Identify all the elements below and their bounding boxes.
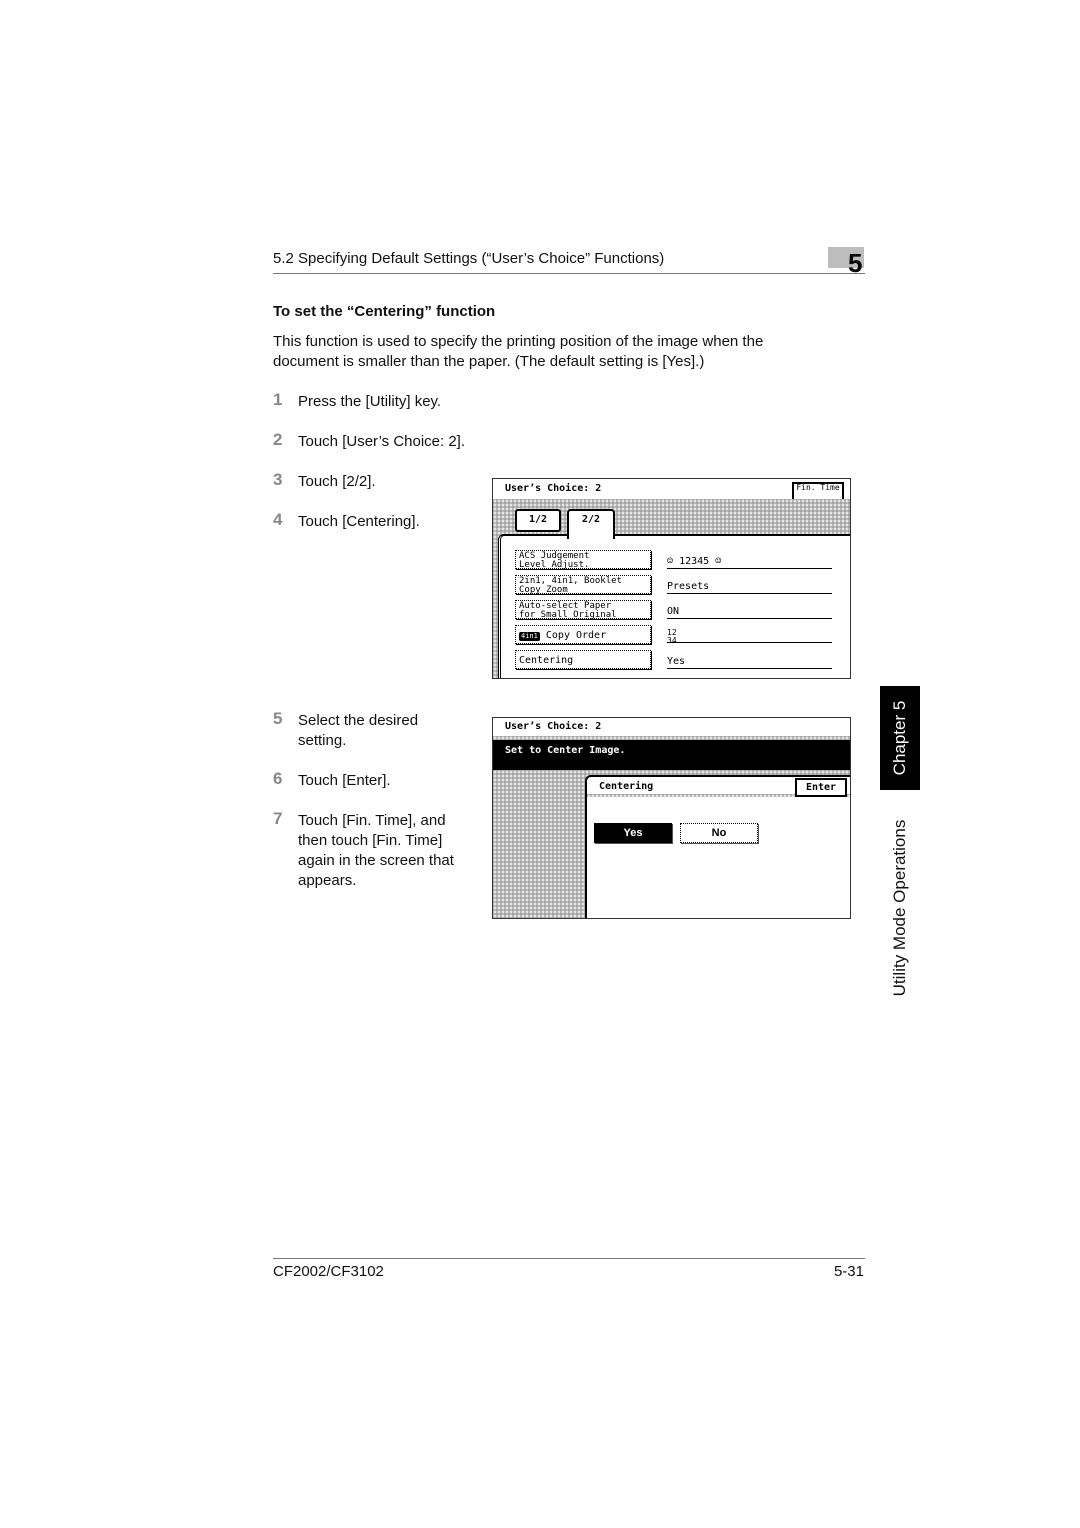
copy-zoom-value: Presets [667,577,832,594]
header-divider [273,273,865,274]
centering-panel: Centering Enter Yes No [585,775,850,918]
section-side-label: Utility Mode Operations [890,819,909,996]
step-text: Touch [User’s Choice: 2]. [298,433,466,450]
users-choice-screen-page2: User’s Choice: 2 Fin. Time 1/2 2/2 ACS J… [492,478,851,679]
screen-title: User’s Choice: 2 [505,483,602,494]
intro-paragraph: This function is used to specify the pri… [273,333,764,370]
step-number: 5 [273,709,283,728]
step-number: 1 [273,390,283,409]
order-bottom: 34 [667,636,677,645]
step-text: Touch [Enter]. [298,772,391,789]
acs-level-value: ☺ 12345 ☺ [667,552,832,569]
button-line-2: Level Adjust. [519,559,590,570]
face-icon-right: ☺ [715,556,722,567]
running-header-title: 5.2 Specifying Default Settings (“User’s… [273,250,665,267]
chapter-side-tab: Chapter 5 [880,686,920,790]
centering-value: Yes [667,652,832,669]
message-text: Set to Center Image. [505,745,626,756]
footer-page-number: 5-31 [833,1263,864,1280]
enter-button[interactable]: Enter [795,778,847,797]
step-number: 6 [273,769,283,788]
button-line-2: for Small Original [519,609,617,620]
face-icon-left: ☺ [667,556,674,567]
step-text: Select the desired setting. [298,712,419,749]
tab-page-1[interactable]: 1/2 [515,509,561,532]
message-bar: Set to Center Image. [493,740,850,770]
order-top: 12 [667,628,677,637]
button-line-2: Copy Zoom [519,584,568,595]
panel-title: Centering [599,781,654,792]
copy-order-value: 12 34 [667,627,832,645]
copy-zoom-button[interactable]: 2in1, 4in1, Booklet Copy Zoom [515,575,651,594]
auto-select-paper-button[interactable]: Auto-select Paper for Small Original [515,600,651,619]
screen-title: User’s Choice: 2 [505,721,602,732]
step-number: 7 [273,809,283,828]
button-label: Copy Order [545,630,607,641]
acs-judgement-button[interactable]: ACS Judgement Level Adjust. [515,550,651,569]
centering-button[interactable]: Centering [515,650,651,669]
no-option-button[interactable]: No [680,823,758,843]
4in1-icon: 4in1 [519,632,540,641]
step-text: Touch [Centering]. [298,513,420,530]
step-number: 2 [273,430,283,449]
auto-select-paper-value: ON [667,602,832,619]
step-number: 3 [273,470,283,489]
level-scale: 12345 [679,556,710,567]
chapter-number: 5 [848,248,863,278]
step-text: Press the [Utility] key. [298,393,442,410]
footer-model: CF2002/CF3102 [273,1263,384,1280]
step-text: Touch [Fin. Time], and then touch [Fin. … [298,812,454,889]
centering-setting-screen: User’s Choice: 2 Set to Center Image. Ce… [492,717,851,919]
yes-option-button[interactable]: Yes [594,823,672,843]
section-title: To set the “Centering” function [273,303,496,320]
footer-divider [273,1258,865,1259]
tab-page-2[interactable]: 2/2 [567,509,615,539]
step-text: Touch [2/2]. [298,473,376,490]
function-panel: ACS Judgement Level Adjust. ☺ 12345 ☺ 2i… [498,534,850,678]
chapter-side-label: Chapter 5 [890,700,909,776]
section-side-tab: Utility Mode Operations [880,810,920,1005]
step-number: 4 [273,510,283,529]
copy-order-button[interactable]: 4in1 Copy Order [515,625,651,644]
screen-title-bar: User’s Choice: 2 [493,718,850,736]
